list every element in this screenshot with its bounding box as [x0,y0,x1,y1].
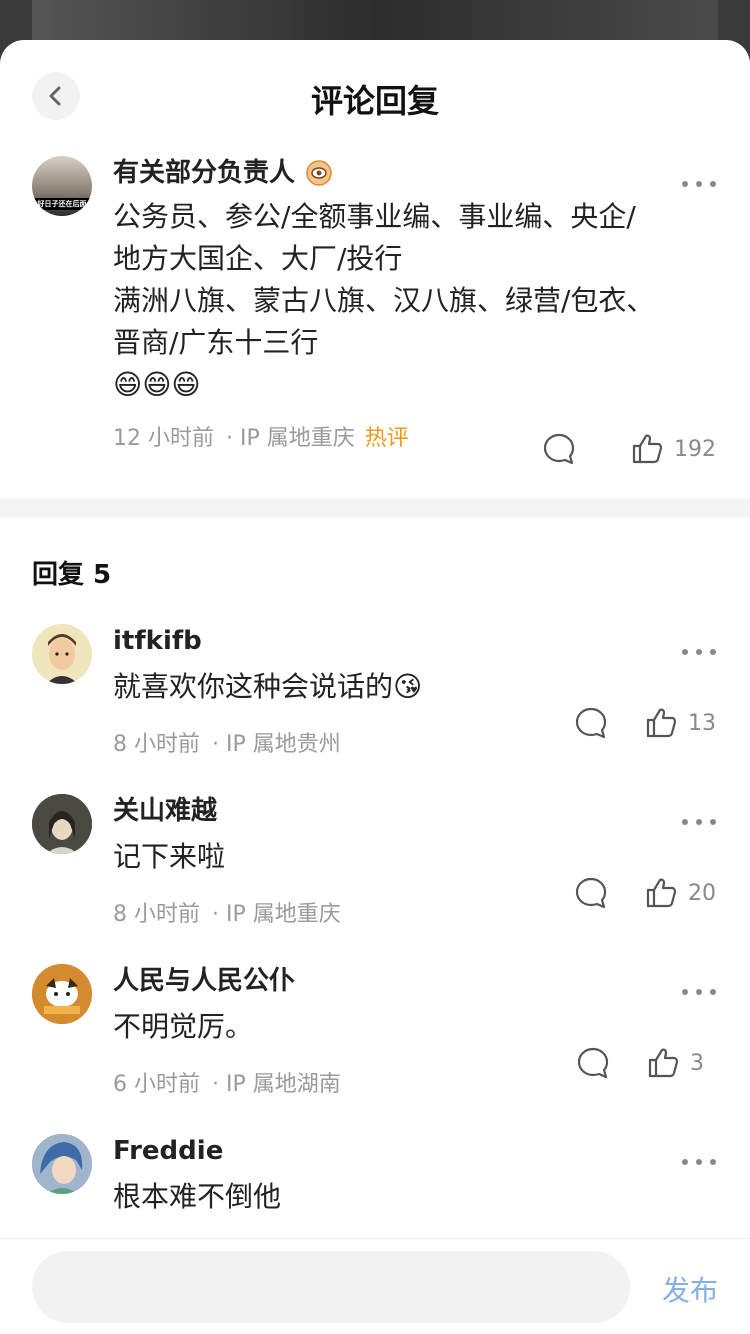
comment-ip: · IP 属地重庆 [226,426,355,451]
reply-time: 6 小时前 [113,1072,200,1097]
comment-bubble-icon[interactable] [574,706,608,740]
replies-count-title: 回复 5 [32,560,112,590]
page-title: 评论回复 [310,82,439,120]
thumbs-up-icon[interactable] [646,1046,680,1080]
avatar-illustration [32,794,92,854]
thumbs-up-icon[interactable] [644,706,678,740]
comment-line: 晋商/广东十三行 [113,326,319,359]
reply-input-bar: 发布 [0,1238,750,1334]
reply-text: 不明觉厉。 [113,1010,254,1043]
comment-actions: 192 [542,432,716,466]
more-button[interactable] [682,1158,716,1166]
like-count: 3 [690,1050,704,1076]
comment-line: 满洲八旗、蒙古八旗、汉八旗、绿营/包衣、 [113,284,655,317]
reply-author[interactable]: 关山难越 [113,794,716,828]
avatar[interactable] [32,964,92,1024]
thumbs-up-icon[interactable] [644,876,678,910]
avatar-caption: 好日子还在后面 [32,198,92,210]
reply-time: 8 小时前 [113,902,200,927]
hot-tag: 热评 [364,426,409,451]
publish-button[interactable]: 发布 [662,1269,718,1309]
more-button[interactable] [682,988,716,996]
reply-text: 就喜欢你这种会说话的😘 [113,670,423,703]
reply-actions: 3 [576,1046,716,1080]
reply-text: 记下来啦 [113,840,226,873]
comment-bubble-icon[interactable] [574,876,608,910]
reply-author[interactable]: 人民与人民公仆 [113,964,716,998]
avatar-illustration [32,624,92,684]
avatar[interactable] [32,794,92,854]
reply-time: 8 小时前 [113,732,200,757]
reply-author[interactable]: Freddie [113,1134,716,1168]
comment-reply-sheet: 评论回复 好日子还在后面 有关部分负责人 公务员、参公/全额事业编、事业编、央企… [0,40,750,1334]
reply-text: 根本难不倒他 [113,1180,282,1213]
reply-ip: · IP 属地湖南 [212,1072,341,1097]
more-button[interactable] [682,180,716,188]
more-button[interactable] [682,818,716,826]
like-count: 192 [674,436,716,462]
reply-actions: 13 [574,706,716,740]
reply-actions: 20 [574,876,716,910]
avatar-illustration [32,1134,92,1194]
reply-ip: · IP 属地重庆 [212,902,341,927]
avatar[interactable] [32,1134,92,1194]
section-divider [0,498,750,518]
reply-ip: · IP 属地贵州 [212,732,341,757]
comment-time: 12 小时前 [113,426,214,451]
reply-item: 关山难越 记下来啦 8 小时前 · IP 属地重庆 20 [0,794,750,964]
comment-bubble-icon[interactable] [576,1046,610,1080]
author-name: 有关部分负责人 [113,158,296,188]
reply-item: 人民与人民公仆 不明觉厉。 6 小时前 · IP 属地湖南 3 [0,964,750,1134]
comment-author[interactable]: 有关部分负责人 [113,156,716,190]
avatar-illustration [32,964,92,1024]
comment-line: 地方大国企、大厂/投行 [113,242,403,275]
avatar[interactable]: 好日子还在后面 [32,156,92,216]
comment-line: 公务员、参公/全额事业编、事业编、央企/ [113,200,636,233]
comment-bubble-icon[interactable] [542,432,576,466]
reply-input[interactable] [32,1251,630,1323]
badge-icon [306,160,332,186]
reply-item: itfkifb 就喜欢你这种会说话的😘 8 小时前 · IP 属地贵州 13 [0,624,750,794]
sheet-header: 评论回复 [0,40,750,152]
more-button[interactable] [682,648,716,656]
comment-text: 公务员、参公/全额事业编、事业编、央企/ 地方大国企、大厂/投行 满洲八旗、蒙古… [113,196,716,406]
main-comment: 好日子还在后面 有关部分负责人 公务员、参公/全额事业编、事业编、央企/ 地方大… [0,152,750,498]
avatar[interactable] [32,624,92,684]
thumbs-up-icon[interactable] [630,432,664,466]
reply-author[interactable]: itfkifb [113,624,716,658]
comment-line: 😄😄😄 [113,368,201,401]
like-count: 13 [688,710,716,736]
like-count: 20 [688,880,716,906]
